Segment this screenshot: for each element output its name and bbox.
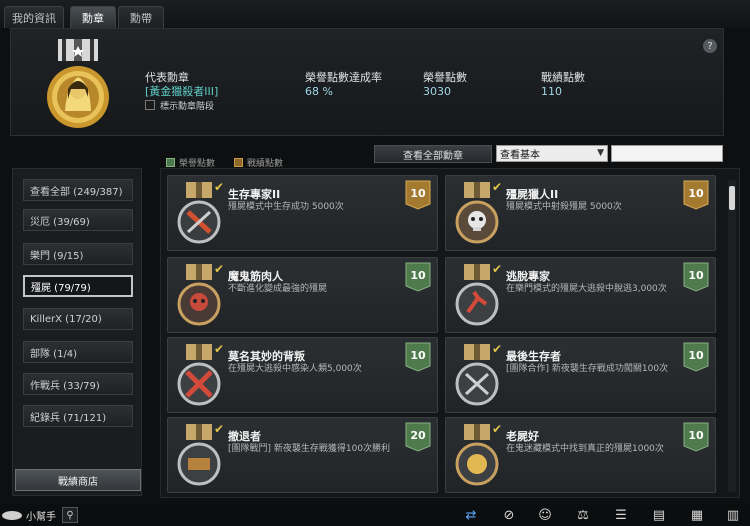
honor-points-value: 3030 <box>423 85 451 98</box>
helper-label: 小幫手 <box>26 511 56 523</box>
medal-description: 殭屍模式中生存成功 5000次 <box>228 202 344 212</box>
battle-swatch-icon <box>234 158 243 167</box>
helper-eye-icon <box>2 510 22 520</box>
battle-shop-button[interactable]: 戰績商店 <box>15 469 141 491</box>
honor-points-badge: 10 <box>405 262 431 292</box>
medal-description: 在樂門模式的殭屍大逃殺中脫逃3,000次 <box>506 284 667 294</box>
show-stage-label: 標示勳章階段 <box>160 102 215 112</box>
representative-medal-name: [黃金獵殺者III] <box>145 85 219 98</box>
completed-check-icon: ✔ <box>492 180 503 194</box>
sidebar-item-record[interactable]: 紀錄兵 (71/121) <box>23 405 133 427</box>
completed-check-icon: ✔ <box>492 342 503 356</box>
view-filter-select[interactable]: 查看基本 ▼ <box>496 145 608 162</box>
clipboard-icon[interactable]: ▤ <box>650 507 668 524</box>
medal-title: 老屍好 <box>506 430 539 443</box>
medal-description: 在殭屍大逃殺中感染人類5,000次 <box>228 364 362 374</box>
runner-icon[interactable]: ☺ <box>536 507 554 524</box>
completed-check-icon: ✔ <box>214 422 225 436</box>
view-all-medals-button[interactable]: 查看全部勳章 <box>374 145 492 163</box>
points-value: 10 <box>410 187 426 200</box>
medal-card[interactable]: ✔ 撤退者 [團隊戰鬥] 新夜襲生存戰獲得100次勝利 20 <box>167 417 438 493</box>
search-icon[interactable]: ⚲ <box>62 507 78 523</box>
points-value: 10 <box>688 349 704 362</box>
medal-description: [團隊戰鬥] 新夜襲生存戰獲得100次勝利 <box>228 444 391 454</box>
medal-title: 殭屍獵人II <box>506 188 559 201</box>
medal-card[interactable]: ✔ 魔鬼筋肉人 不斷進化變成最強的殭屍 10 <box>167 257 438 333</box>
honor-rate-label: 榮譽點數達成率 <box>305 71 382 84</box>
medal-title: 最後生存者 <box>506 350 561 363</box>
representative-medal-panel: ? 代表勳章 [黃金獵殺者III] 標示勳章階段 榮譽點數達成率 68 % 榮譽… <box>10 28 724 136</box>
view-filter-value: 查看基本 <box>500 150 540 161</box>
tab-ribbons[interactable]: 勳帶 <box>118 6 164 28</box>
tab-medals[interactable]: 勳章 <box>70 6 116 28</box>
tab-bar: 我的資訊 勳章 勳帶 <box>0 0 750 28</box>
sidebar-item-combat[interactable]: 作戰兵 (33/79) <box>23 373 133 395</box>
bottom-toolbar: 小幫手 ⚲ ⇄ ⊘ ☺ ⚖ ☰ ▤ ▦ ▥ <box>0 504 750 526</box>
honor-points-label: 榮譽點數 <box>423 71 467 84</box>
search-input[interactable] <box>611 145 723 162</box>
honor-swatch-icon <box>166 158 175 167</box>
sidebar-item-all[interactable]: 查看全部 (249/387) <box>23 179 133 201</box>
honor-points-badge: 10 <box>683 342 709 372</box>
grid-scrollbar[interactable] <box>728 180 736 492</box>
points-value: 20 <box>410 429 426 442</box>
points-value: 10 <box>410 349 426 362</box>
category-sidebar: 查看全部 (249/387) 災厄 (39/69) 樂門 (9/15) 殭屍 (… <box>12 168 142 496</box>
completed-check-icon: ✔ <box>492 262 503 276</box>
honor-points-badge: 10 <box>683 422 709 452</box>
sidebar-item-zombie[interactable]: 殭屍 (79/79) <box>23 275 133 297</box>
tab-my-info[interactable]: 我的資訊 <box>4 6 64 28</box>
sidebar-item-squad[interactable]: 部隊 (1/4) <box>23 341 133 363</box>
scrollbar-thumb[interactable] <box>729 186 735 210</box>
medal-card[interactable]: ✔ 最後生存者 [團隊合作] 新夜襲生存戰成功闖關100次 10 <box>445 337 716 413</box>
completed-check-icon: ✔ <box>214 180 225 194</box>
sidebar-item-paradise[interactable]: 樂門 (9/15) <box>23 243 133 265</box>
honor-rate-value: 68 % <box>305 85 333 98</box>
medal-title: 魔鬼筋肉人 <box>228 270 283 283</box>
compass-icon[interactable]: ⊘ <box>500 507 518 524</box>
chevron-down-icon: ▼ <box>597 148 604 158</box>
gold-hunter-medal-icon <box>47 39 109 128</box>
honor-points-badge: 20 <box>405 422 431 452</box>
points-value: 10 <box>410 269 426 282</box>
medal-card[interactable]: ✔ 殭屍獵人II 殭屍模式中射殺殭屍 5000次 10 <box>445 175 716 251</box>
battle-points-badge: 10 <box>405 180 431 210</box>
helper-button[interactable]: 小幫手 <box>2 507 56 523</box>
medal-card[interactable]: ✔ 莫名其妙的背叛 在殭屍大逃殺中感染人類5,000次 10 <box>167 337 438 413</box>
medal-description: 不斷進化變成最強的殭屍 <box>228 284 328 294</box>
medal-card[interactable]: ✔ 逃脫專家 在樂門模式的殭屍大逃殺中脫逃3,000次 10 <box>445 257 716 333</box>
sync-icon[interactable]: ⇄ <box>462 507 480 524</box>
help-icon[interactable]: ? <box>703 39 717 53</box>
medal-description: [團隊合作] 新夜襲生存戰成功闖關100次 <box>506 364 669 374</box>
points-value: 10 <box>688 429 704 442</box>
completed-check-icon: ✔ <box>492 422 503 436</box>
show-stage-checkbox[interactable] <box>145 100 155 110</box>
battle-points-label: 戰績點數 <box>541 71 585 84</box>
medal-description: 殭屍模式中射殺殭屍 5000次 <box>506 202 622 212</box>
medal-card[interactable]: ✔ 生存專家II 殭屍模式中生存成功 5000次 10 <box>167 175 438 251</box>
sidebar-item-disaster[interactable]: 災厄 (39/69) <box>23 209 133 231</box>
scale-icon[interactable]: ⚖ <box>574 507 592 524</box>
honor-points-badge: 10 <box>405 342 431 372</box>
medal-title: 撤退者 <box>228 430 261 443</box>
list-icon[interactable]: ☰ <box>612 507 630 524</box>
notepad-icon[interactable]: ▥ <box>724 507 742 524</box>
completed-check-icon: ✔ <box>214 342 225 356</box>
honor-points-badge: 10 <box>683 262 709 292</box>
medal-grid: ✔ 生存專家II 殭屍模式中生存成功 5000次 10 ✔ 殭屍獵人II 殭屍模… <box>160 168 740 498</box>
points-value: 10 <box>688 187 704 200</box>
battle-points-badge: 10 <box>683 180 709 210</box>
medal-description: 在鬼迷藏模式中找到真正的殭屍1000次 <box>506 444 664 454</box>
battle-points-value: 110 <box>541 85 562 98</box>
completed-check-icon: ✔ <box>214 262 225 276</box>
medal-title: 逃脫專家 <box>506 270 550 283</box>
film-icon[interactable]: ▦ <box>688 507 706 524</box>
medal-title: 莫名其妙的背叛 <box>228 350 305 363</box>
medal-title: 生存專家II <box>228 188 281 201</box>
points-value: 10 <box>688 269 704 282</box>
sidebar-item-killerx[interactable]: KillerX (17/20) <box>23 308 133 330</box>
medal-card[interactable]: ✔ 老屍好 在鬼迷藏模式中找到真正的殭屍1000次 10 <box>445 417 716 493</box>
